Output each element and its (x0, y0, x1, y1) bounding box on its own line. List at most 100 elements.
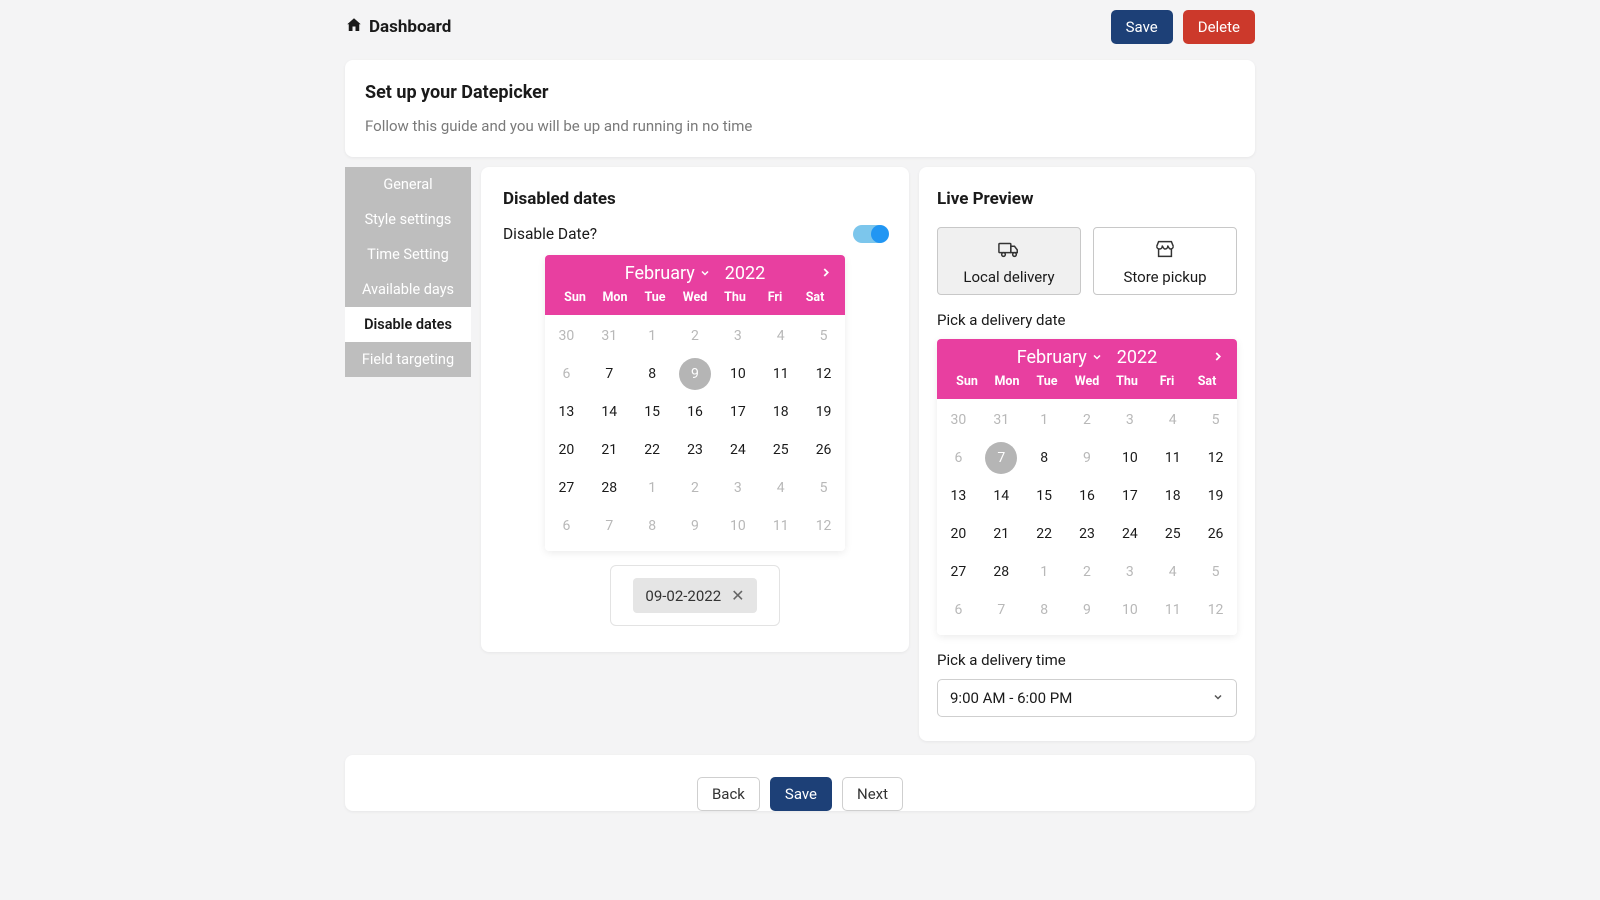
delivery-tab-local-delivery[interactable]: Local delivery (937, 227, 1081, 295)
disabled-cal-day[interactable]: 8 (631, 355, 674, 393)
preview-cal-day[interactable]: 8 (1023, 591, 1066, 629)
preview-cal-day[interactable]: 5 (1194, 553, 1237, 591)
preview-cal-day[interactable]: 11 (1151, 439, 1194, 477)
delete-button[interactable]: Delete (1183, 10, 1255, 44)
preview-cal-day[interactable]: 13 (937, 477, 980, 515)
preview-cal-day[interactable]: 3 (1108, 401, 1151, 439)
preview-cal-day[interactable]: 21 (980, 515, 1023, 553)
disabled-cal-day[interactable]: 15 (631, 393, 674, 431)
preview-cal-day[interactable]: 9 (1066, 591, 1109, 629)
preview-cal-day[interactable]: 25 (1151, 515, 1194, 553)
preview-cal-day[interactable]: 12 (1194, 439, 1237, 477)
preview-cal-day[interactable]: 6 (937, 591, 980, 629)
disabled-cal-day[interactable]: 10 (716, 355, 759, 393)
disabled-cal-day[interactable]: 6 (545, 507, 588, 545)
next-button[interactable]: Next (842, 777, 903, 811)
disabled-cal-day[interactable]: 6 (545, 355, 588, 393)
disabled-cal-next-month[interactable] (819, 263, 833, 284)
disabled-cal-day[interactable]: 13 (545, 393, 588, 431)
disabled-cal-day[interactable]: 3 (716, 317, 759, 355)
footer-save-button[interactable]: Save (770, 777, 832, 811)
chip-remove-icon[interactable]: ✕ (731, 586, 744, 605)
sidebar-tab-time-setting[interactable]: Time Setting (345, 237, 471, 272)
disabled-cal-day[interactable]: 8 (631, 507, 674, 545)
preview-cal-day[interactable]: 22 (1023, 515, 1066, 553)
disabled-cal-day[interactable]: 28 (588, 469, 631, 507)
disabled-cal-day[interactable]: 9 (674, 355, 717, 393)
sidebar-tab-available-days[interactable]: Available days (345, 272, 471, 307)
disabled-cal-day[interactable]: 2 (674, 317, 717, 355)
preview-cal-day[interactable]: 12 (1194, 591, 1237, 629)
disabled-cal-day[interactable]: 3 (716, 469, 759, 507)
preview-cal-day[interactable]: 26 (1194, 515, 1237, 553)
delivery-tab-store-pickup[interactable]: Store pickup (1093, 227, 1237, 295)
disabled-cal-day[interactable]: 20 (545, 431, 588, 469)
preview-cal-day[interactable]: 10 (1108, 591, 1151, 629)
disabled-cal-day[interactable]: 26 (802, 431, 845, 469)
brand[interactable]: Dashboard (345, 16, 451, 39)
preview-cal-day[interactable]: 17 (1108, 477, 1151, 515)
preview-cal-day[interactable]: 7 (980, 439, 1023, 477)
sidebar-tab-style-settings[interactable]: Style settings (345, 202, 471, 237)
disabled-cal-day[interactable]: 25 (759, 431, 802, 469)
preview-cal-day[interactable]: 4 (1151, 401, 1194, 439)
disabled-cal-day[interactable]: 16 (674, 393, 717, 431)
preview-cal-day[interactable]: 5 (1194, 401, 1237, 439)
preview-cal-day[interactable]: 28 (980, 553, 1023, 591)
disabled-cal-day[interactable]: 17 (716, 393, 759, 431)
sidebar-tab-disable-dates[interactable]: Disable dates (345, 307, 471, 342)
delivery-time-select[interactable]: 9:00 AM - 6:00 PM (937, 679, 1237, 717)
disabled-cal-day[interactable]: 21 (588, 431, 631, 469)
disabled-cal-day[interactable]: 5 (802, 317, 845, 355)
disabled-cal-day[interactable]: 9 (674, 507, 717, 545)
disabled-cal-day[interactable]: 27 (545, 469, 588, 507)
preview-cal-day[interactable]: 14 (980, 477, 1023, 515)
disabled-cal-day[interactable]: 11 (759, 507, 802, 545)
disable-date-toggle[interactable] (853, 225, 887, 243)
disabled-cal-day[interactable]: 4 (759, 469, 802, 507)
preview-cal-day[interactable]: 31 (980, 401, 1023, 439)
disabled-cal-day[interactable]: 18 (759, 393, 802, 431)
disabled-cal-day[interactable]: 7 (588, 507, 631, 545)
save-button[interactable]: Save (1111, 10, 1173, 44)
preview-cal-next-month[interactable] (1211, 347, 1225, 368)
preview-cal-day[interactable]: 15 (1023, 477, 1066, 515)
disabled-cal-day[interactable]: 24 (716, 431, 759, 469)
preview-cal-day[interactable]: 24 (1108, 515, 1151, 553)
disabled-cal-day[interactable]: 11 (759, 355, 802, 393)
disabled-cal-day[interactable]: 7 (588, 355, 631, 393)
preview-cal-day[interactable]: 20 (937, 515, 980, 553)
preview-cal-day[interactable]: 10 (1108, 439, 1151, 477)
preview-cal-day[interactable]: 9 (1066, 439, 1109, 477)
preview-cal-day[interactable]: 4 (1151, 553, 1194, 591)
disabled-cal-day[interactable]: 31 (588, 317, 631, 355)
preview-cal-day[interactable]: 30 (937, 401, 980, 439)
disabled-cal-day[interactable]: 30 (545, 317, 588, 355)
disabled-cal-day[interactable]: 14 (588, 393, 631, 431)
preview-cal-day[interactable]: 7 (980, 591, 1023, 629)
disabled-cal-day[interactable]: 4 (759, 317, 802, 355)
disabled-cal-day[interactable]: 1 (631, 469, 674, 507)
preview-cal-day[interactable]: 16 (1066, 477, 1109, 515)
disabled-cal-day[interactable]: 22 (631, 431, 674, 469)
preview-cal-day[interactable]: 3 (1108, 553, 1151, 591)
disabled-cal-day[interactable]: 10 (716, 507, 759, 545)
preview-cal-month-select[interactable]: February (1017, 347, 1103, 368)
preview-cal-day[interactable]: 1 (1023, 553, 1066, 591)
preview-cal-day[interactable]: 27 (937, 553, 980, 591)
disabled-cal-day[interactable]: 12 (802, 355, 845, 393)
preview-cal-day[interactable]: 2 (1066, 553, 1109, 591)
preview-cal-day[interactable]: 8 (1023, 439, 1066, 477)
preview-cal-day[interactable]: 1 (1023, 401, 1066, 439)
preview-cal-day[interactable]: 19 (1194, 477, 1237, 515)
preview-cal-day[interactable]: 2 (1066, 401, 1109, 439)
sidebar-tab-general[interactable]: General (345, 167, 471, 202)
disabled-cal-day[interactable]: 23 (674, 431, 717, 469)
disabled-cal-day[interactable]: 19 (802, 393, 845, 431)
back-button[interactable]: Back (697, 777, 760, 811)
preview-cal-day[interactable]: 23 (1066, 515, 1109, 553)
sidebar-tab-field-targeting[interactable]: Field targeting (345, 342, 471, 377)
preview-cal-day[interactable]: 18 (1151, 477, 1194, 515)
disabled-cal-day[interactable]: 12 (802, 507, 845, 545)
disabled-cal-day[interactable]: 5 (802, 469, 845, 507)
